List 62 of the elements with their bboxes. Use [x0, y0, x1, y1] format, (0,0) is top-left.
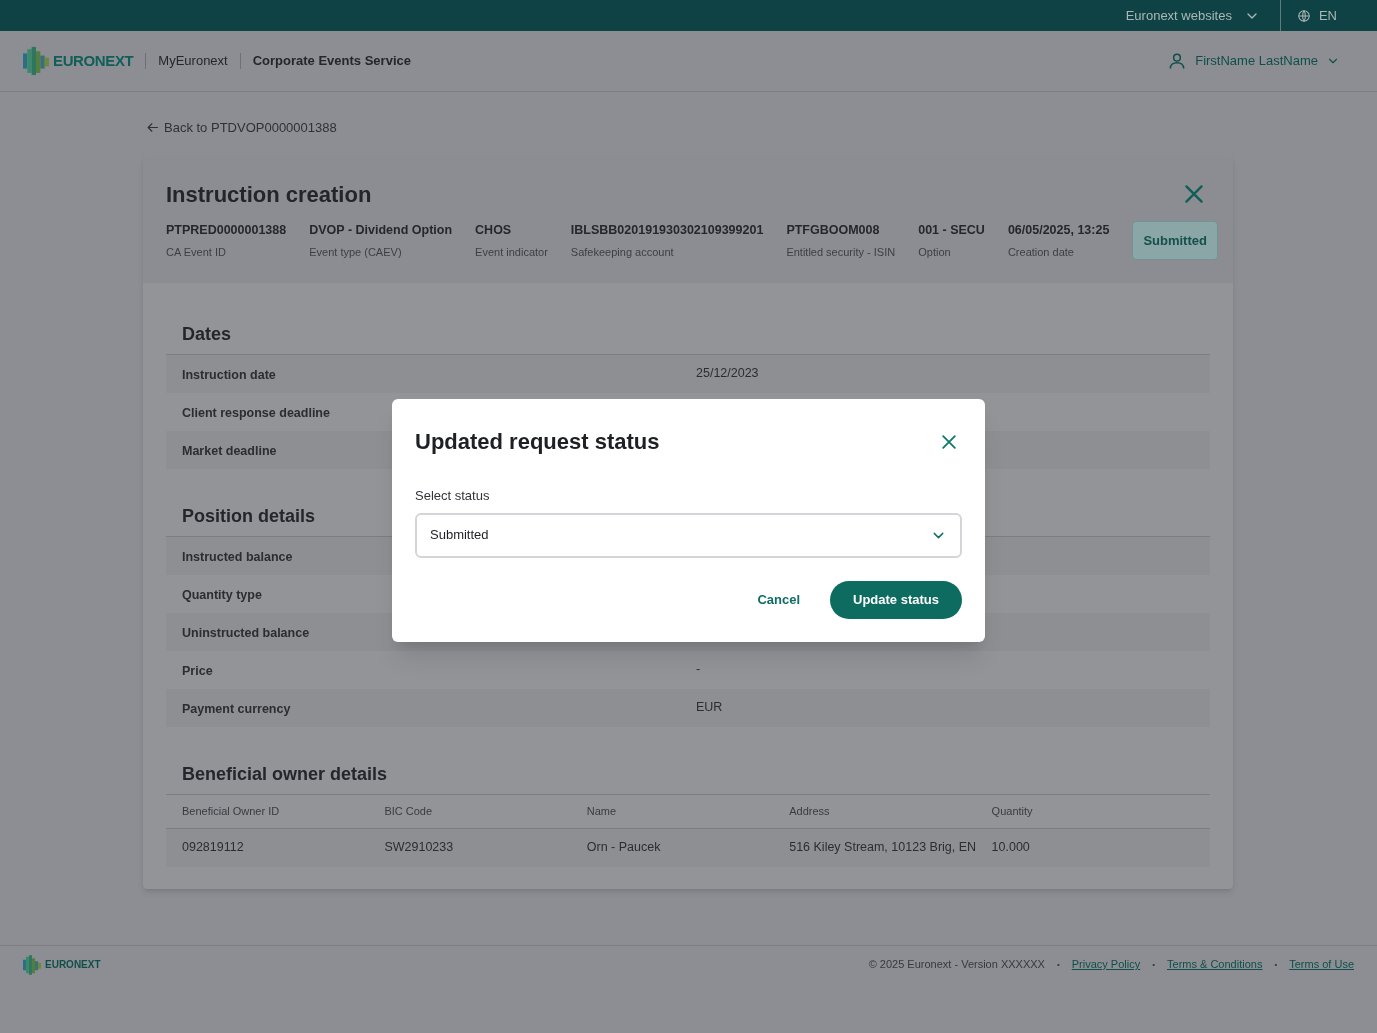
bullet-separator: •	[1056, 958, 1060, 971]
column-header: Name	[586, 804, 618, 819]
dialog-title: Updated request status	[415, 428, 660, 456]
section-title: Beneficial owner details	[166, 760, 1210, 795]
cancel-button[interactable]: Cancel	[757, 589, 801, 610]
websites-dropdown[interactable]: Euronext websites	[1125, 5, 1280, 26]
field-value: DVOP - Dividend Option	[309, 221, 453, 239]
language-selector[interactable]: EN	[1279, 0, 1377, 31]
table-cell-text: SW2910233	[384, 839, 455, 857]
field-label: Option	[918, 245, 952, 261]
table-cell-text: Orn - Paucek	[586, 839, 662, 857]
field-label: Event type (CAEV)	[309, 245, 403, 261]
user-menu[interactable]: FirstName LastName	[1167, 51, 1340, 71]
table-cell-text: 516 Kiley Stream, 10123 Brig, EN	[789, 839, 978, 857]
column-header: BIC Code	[384, 804, 434, 819]
status-select[interactable]: Submitted	[415, 512, 962, 558]
brand-name: EURONEXT	[53, 50, 134, 71]
row-label: Client response deadline	[182, 405, 330, 420]
field-label: Event indicator	[475, 245, 548, 261]
footer-link[interactable]: Terms & Conditions	[1167, 956, 1263, 973]
row-label: Instructed balance	[182, 549, 293, 564]
field-value: IBLSBB020191930302109399201	[570, 221, 764, 239]
field-value: CHOS	[475, 221, 513, 239]
row-label: Payment currency	[182, 701, 291, 716]
table-cell-text: 10.000	[991, 839, 1031, 857]
row-label: Price	[182, 663, 213, 678]
row-label: Instruction date	[182, 367, 276, 382]
column-header: Beneficial Owner ID	[182, 804, 281, 819]
footer-link[interactable]: Privacy Policy	[1071, 956, 1141, 973]
field-label: Select status	[415, 487, 491, 505]
table-cell-text: 092819112	[182, 839, 245, 857]
section-title: Dates	[166, 320, 1210, 355]
page-title: Instruction creation	[166, 180, 372, 209]
column-header: Address	[789, 804, 831, 819]
app-link[interactable]: MyEuronext	[158, 51, 228, 71]
field-value: PTPRED0000001388	[166, 221, 287, 239]
update-status-button[interactable]: Update status	[830, 580, 962, 619]
field-label: Entitled security - ISIN	[786, 245, 896, 261]
row-value: 25/12/2023	[696, 365, 759, 383]
field-label: Safekeeping account	[570, 245, 675, 261]
field-value: 06/05/2025, 13:25	[1007, 221, 1110, 239]
footer-brand: EURONEXT	[45, 958, 101, 972]
status-badge: Submitted	[1132, 220, 1218, 261]
logo-icon	[23, 46, 49, 76]
field-value: 001 - SECU	[918, 221, 985, 239]
row-label: Quantity type	[182, 587, 262, 602]
column-header: Quantity	[991, 804, 1034, 819]
row-value: -	[696, 661, 701, 679]
back-link[interactable]: Back to PTDVOP0000001388	[145, 118, 337, 138]
row-label: Market deadline	[182, 443, 277, 458]
bullet-separator: •	[1274, 958, 1278, 971]
row-label: Uninstructed balance	[182, 625, 310, 640]
field-label: CA Event ID	[166, 245, 227, 261]
field-label: Creation date	[1007, 245, 1075, 261]
bullet-separator: •	[1152, 958, 1155, 971]
service-title: Corporate Events Service	[252, 52, 411, 71]
field-value: PTFGBOOM008	[786, 221, 881, 239]
copyright-text: © 2025 Euronext - Version XXXXXX	[868, 957, 1045, 973]
row-value: EUR	[696, 699, 723, 717]
globe-icon	[1296, 8, 1311, 23]
logo-icon	[23, 954, 41, 975]
footer-link[interactable]: Terms of Use	[1289, 956, 1354, 973]
